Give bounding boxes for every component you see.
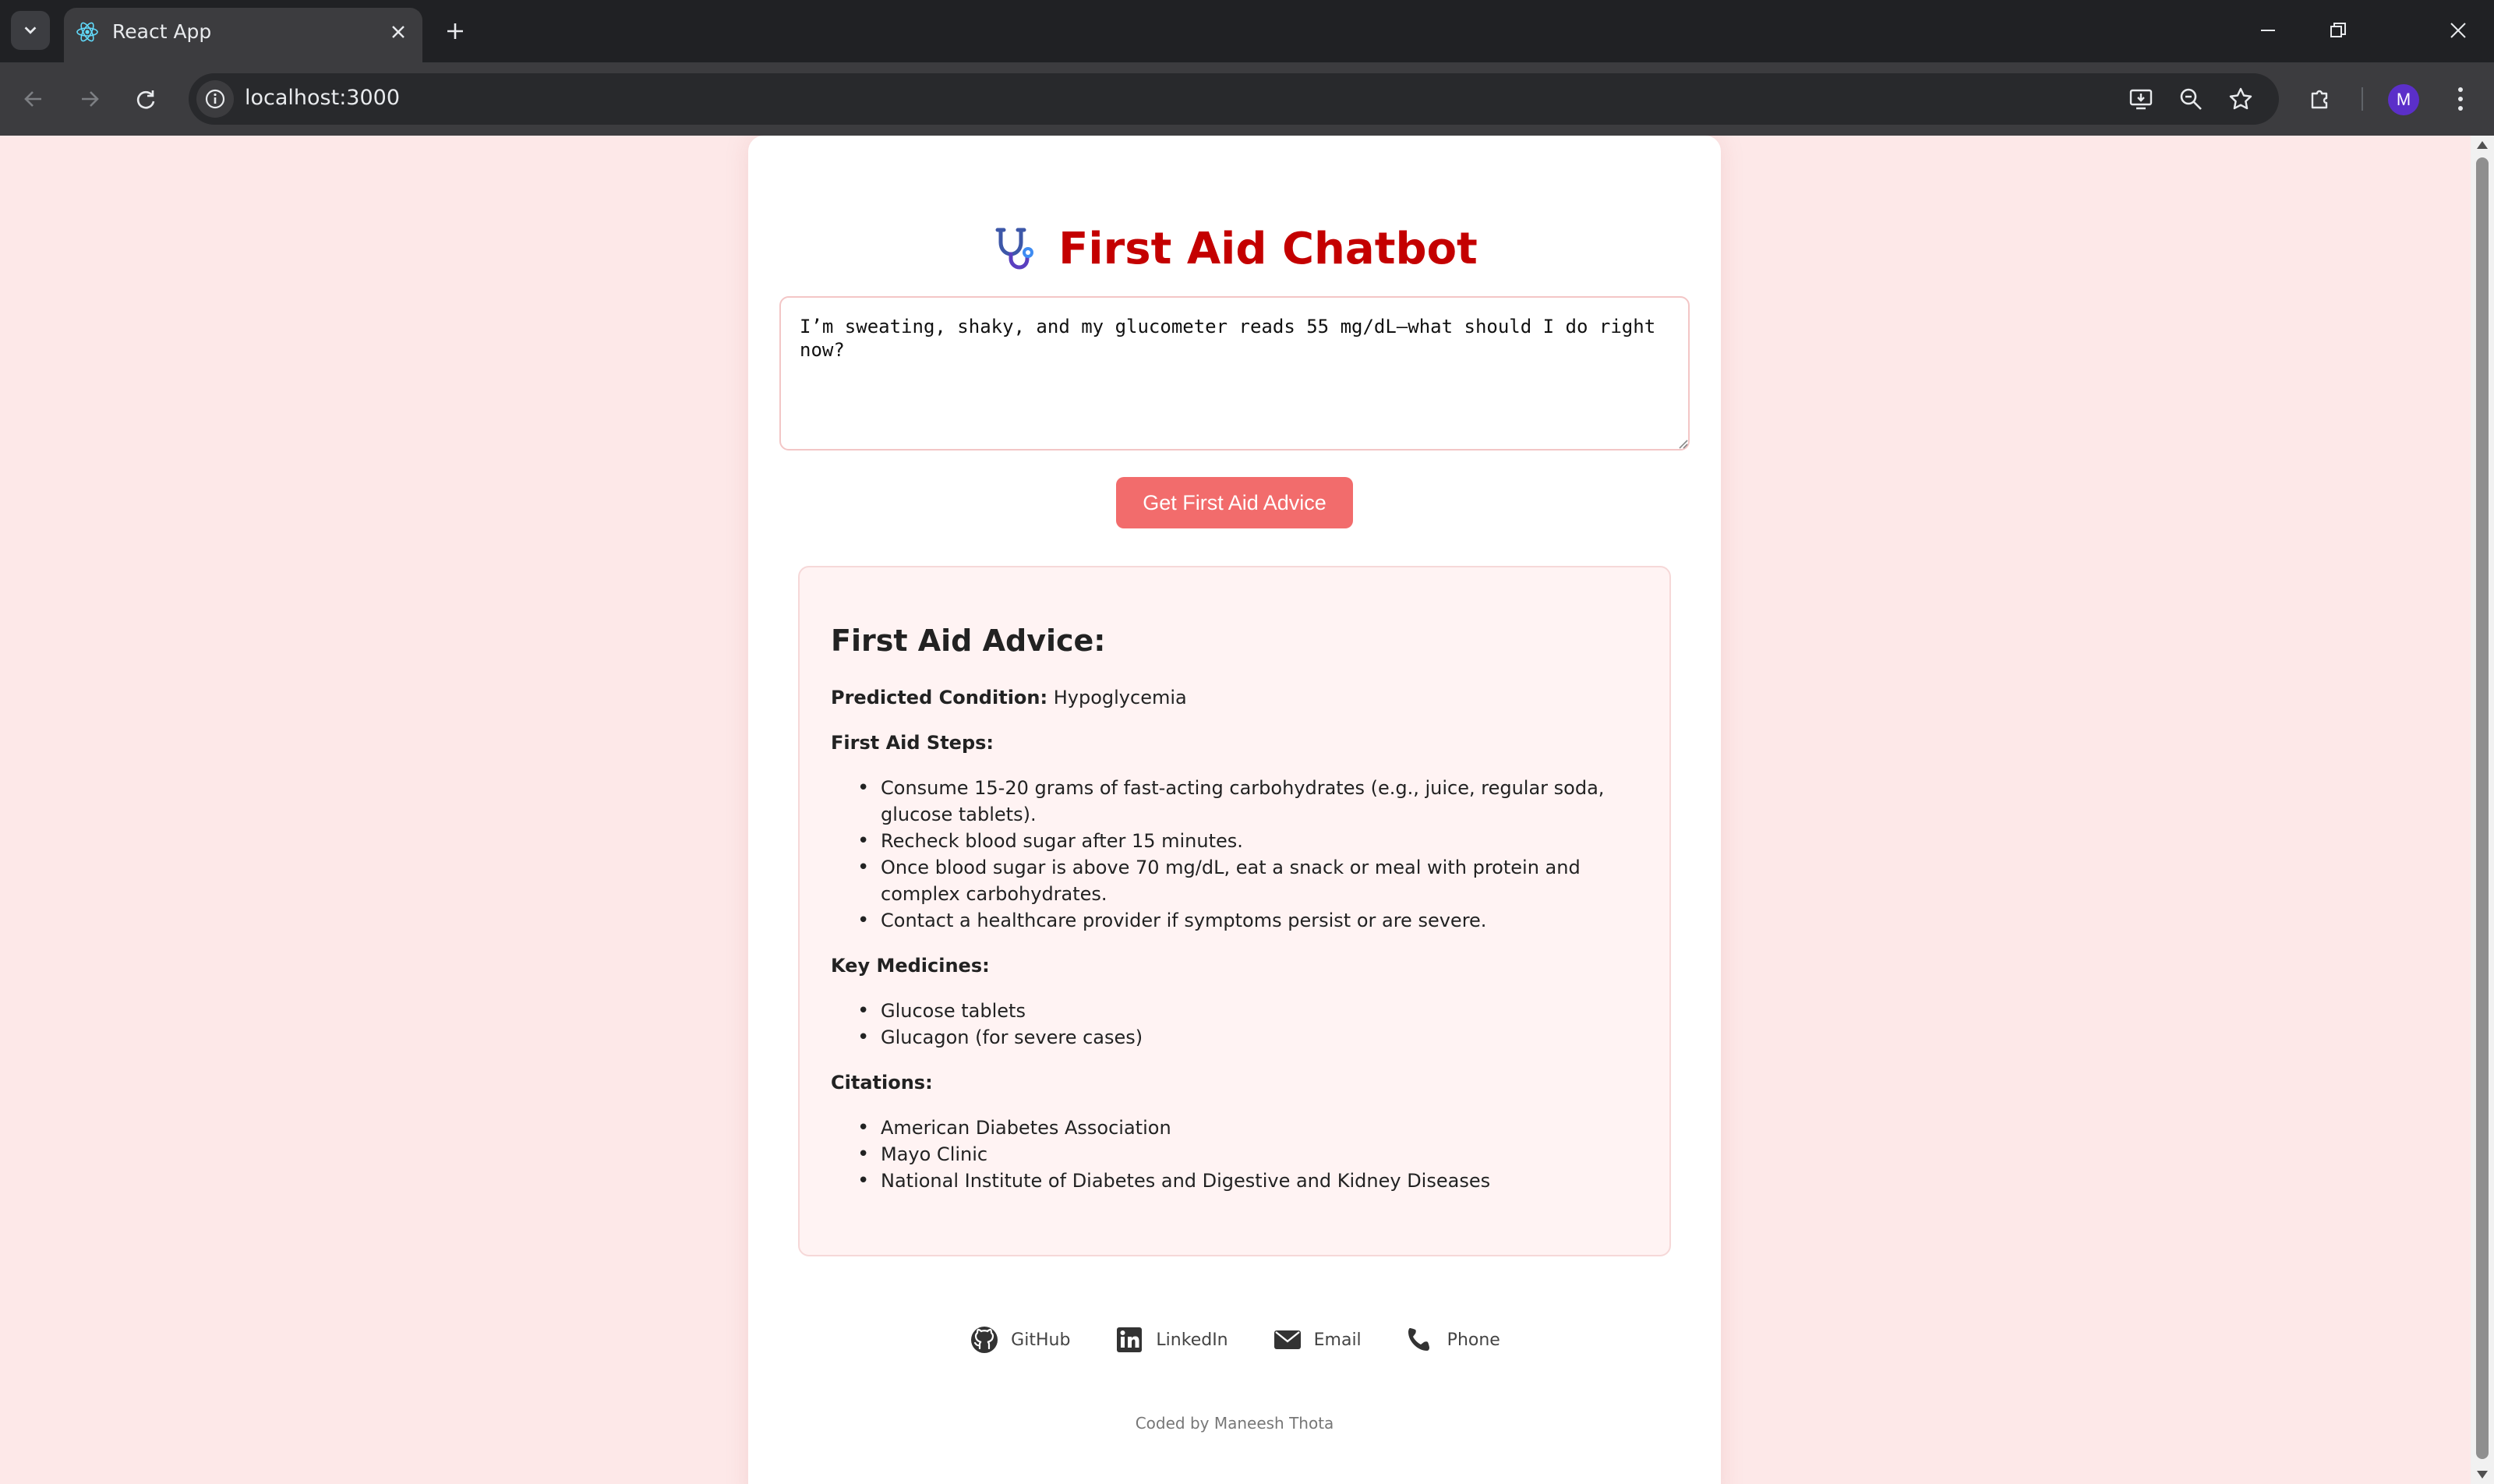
bookmark-button[interactable] — [2221, 80, 2260, 118]
page-scrollbar[interactable] — [2471, 136, 2494, 1484]
github-icon — [971, 1327, 998, 1353]
tab-search-button[interactable] — [11, 11, 50, 50]
forward-button[interactable] — [70, 80, 109, 118]
triangle-up-icon — [2477, 141, 2488, 149]
list-item: Once blood sugar is above 70 mg/dL, eat … — [857, 854, 1638, 907]
install-icon — [2129, 89, 2153, 110]
github-label: GitHub — [1011, 1330, 1071, 1350]
email-link[interactable]: Email — [1272, 1324, 1362, 1355]
scroll-down-button[interactable] — [2475, 1467, 2490, 1482]
install-app-button[interactable] — [2121, 80, 2160, 118]
reload-icon — [136, 90, 155, 109]
zoom-out-icon — [2180, 88, 2202, 110]
puzzle-icon — [2311, 90, 2328, 109]
condition-value: Hypoglycemia — [1053, 687, 1187, 708]
extensions-button[interactable] — [2301, 80, 2340, 118]
medicines-label: Key Medicines: — [831, 955, 990, 977]
restore-icon — [2330, 23, 2346, 37]
list-item: Mayo Clinic — [857, 1141, 1638, 1168]
minimize-button[interactable] — [2245, 11, 2291, 50]
browser-tab[interactable]: React App — [64, 8, 422, 62]
list-item: National Institute of Diabetes and Diges… — [857, 1168, 1638, 1194]
reload-button[interactable] — [126, 80, 165, 118]
scroll-up-button[interactable] — [2475, 137, 2490, 153]
scrollbar-thumb[interactable] — [2476, 157, 2489, 1459]
back-button[interactable] — [14, 80, 53, 118]
predicted-condition: Predicted Condition: Hypoglycemia — [831, 684, 1638, 711]
list-item: American Diabetes Association — [857, 1115, 1638, 1141]
address-bar[interactable]: localhost:3000 — [189, 73, 2279, 125]
chatbot-card: First Aid Chatbot I’m sweating, shaky, a… — [748, 136, 1721, 1484]
linkedin-label: LinkedIn — [1156, 1330, 1228, 1350]
tab-close-button[interactable] — [387, 20, 410, 44]
stethoscope-icon — [995, 228, 1034, 270]
star-icon — [2229, 87, 2252, 110]
list-item: Recheck blood sugar after 15 minutes. — [857, 828, 1638, 854]
app-header: First Aid Chatbot — [748, 214, 1721, 284]
chevron-down-icon — [24, 26, 37, 34]
github-link[interactable]: GitHub — [969, 1324, 1070, 1355]
list-item: Glucose tablets — [857, 998, 1638, 1024]
credit-text: Coded by Maneesh Thota — [1135, 1414, 1334, 1433]
arrow-left-icon — [24, 91, 41, 107]
steps-list: Consume 15-20 grams of fast-acting carbo… — [857, 775, 1638, 934]
close-window-button[interactable] — [2435, 11, 2482, 50]
envelope-icon — [1273, 1330, 1301, 1349]
advice-heading: First Aid Advice: — [831, 624, 1106, 658]
browser-tab-bar: React App — [0, 0, 2494, 62]
citations-label: Citations: — [831, 1072, 933, 1094]
arrow-right-icon — [82, 91, 99, 107]
browser-menu-button[interactable] — [2441, 80, 2480, 118]
symptom-input[interactable]: I’m sweating, shaky, and my glucometer r… — [779, 296, 1690, 450]
linkedin-link[interactable]: LinkedIn — [1114, 1324, 1228, 1355]
info-icon — [205, 89, 225, 109]
steps-label: First Aid Steps: — [831, 732, 994, 754]
more-vert-icon — [2458, 87, 2463, 111]
browser-toolbar: localhost:3000 M — [0, 62, 2494, 136]
close-icon — [2450, 23, 2466, 38]
profile-avatar[interactable]: M — [2388, 84, 2419, 115]
react-icon — [76, 22, 98, 42]
page-title: First Aid Chatbot — [1058, 223, 1478, 274]
resize-handle-icon[interactable] — [1677, 438, 1688, 449]
minimize-icon — [2261, 30, 2275, 31]
new-tab-button[interactable] — [438, 14, 472, 48]
phone-label: Phone — [1447, 1330, 1500, 1350]
list-item: Consume 15-20 grams of fast-acting carbo… — [857, 775, 1638, 828]
toolbar-divider — [2362, 87, 2363, 111]
advice-panel: First Aid Advice: Predicted Condition: H… — [798, 566, 1671, 1256]
close-icon — [392, 26, 404, 38]
phone-link[interactable]: Phone — [1405, 1324, 1500, 1355]
site-info-button[interactable] — [196, 80, 234, 118]
email-label: Email — [1313, 1330, 1362, 1350]
linkedin-icon — [1117, 1327, 1143, 1352]
triangle-down-icon — [2477, 1471, 2488, 1479]
page-viewport: First Aid Chatbot I’m sweating, shaky, a… — [0, 136, 2471, 1484]
get-advice-button[interactable]: Get First Aid Advice — [1116, 477, 1353, 528]
condition-label: Predicted Condition: — [831, 687, 1048, 708]
list-item: Contact a healthcare provider if symptom… — [857, 907, 1638, 934]
list-item: Glucagon (for severe cases) — [857, 1024, 1638, 1051]
plus-icon — [447, 23, 463, 39]
medicines-list: Glucose tablets Glucagon (for severe cas… — [857, 998, 1638, 1051]
tab-title: React App — [112, 20, 212, 43]
url-text: localhost:3000 — [245, 86, 401, 110]
phone-icon — [1408, 1328, 1429, 1351]
zoom-button[interactable] — [2171, 80, 2210, 118]
restore-button[interactable] — [2315, 11, 2362, 50]
citations-list: American Diabetes Association Mayo Clini… — [857, 1115, 1638, 1194]
footer-links: GitHub LinkedIn Email Phone — [748, 1320, 1721, 1359]
